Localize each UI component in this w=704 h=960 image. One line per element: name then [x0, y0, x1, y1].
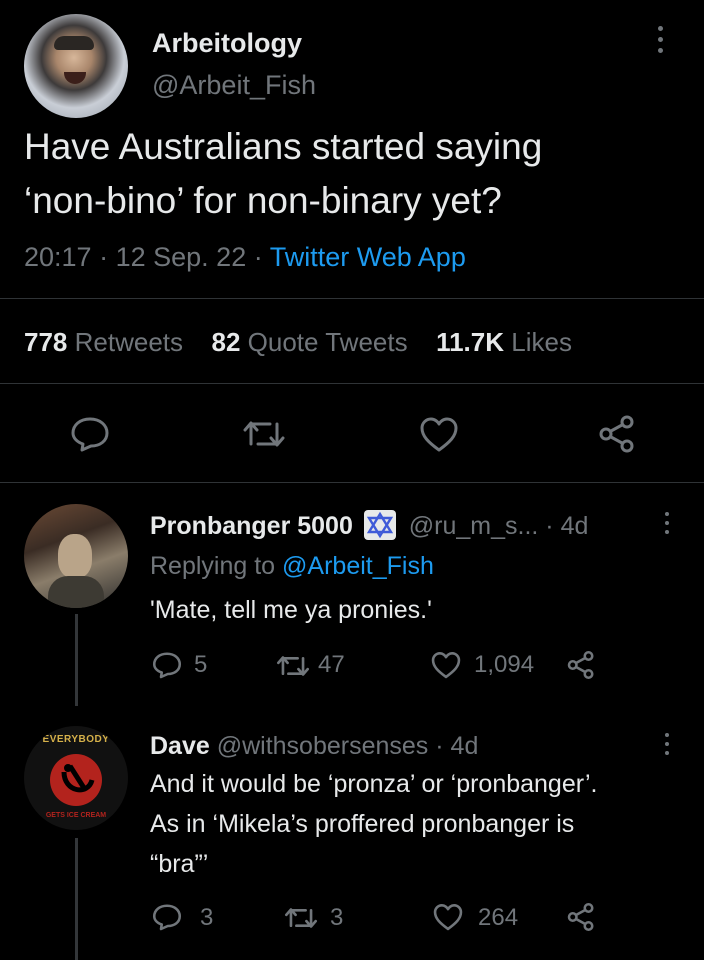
reply-handle[interactable]: @withsobersenses: [217, 732, 429, 760]
more-options-icon[interactable]: [664, 512, 670, 534]
like-icon[interactable]: [430, 651, 462, 680]
divider: [0, 482, 704, 483]
reply-text-line-2: As in ‘Mikela’s proffered pronbanger is: [150, 810, 575, 838]
retweets-label: Retweets: [74, 327, 184, 357]
like-count: 264: [478, 904, 519, 931]
reply-icon[interactable]: [152, 651, 182, 679]
author-handle[interactable]: @Arbeit_Fish: [152, 70, 316, 101]
avatar-text-top: EVERYBODY: [42, 734, 110, 745]
replying-to-handle[interactable]: @Arbeit_Fish: [282, 552, 434, 580]
thread-line: [75, 614, 78, 706]
reply-icon[interactable]: [70, 416, 110, 452]
retweet-count: 3: [330, 904, 344, 931]
like-icon[interactable]: [418, 416, 460, 454]
author-avatar[interactable]: [24, 14, 128, 118]
reply-text: 'Mate, tell me ya pronies.': [150, 596, 432, 624]
quotes-count: 82: [211, 327, 241, 357]
retweet-icon[interactable]: [276, 653, 310, 679]
tweet-source-link[interactable]: Twitter Web App: [270, 242, 466, 272]
more-options-icon[interactable]: [657, 26, 663, 53]
quotes-label: Quote Tweets: [247, 327, 408, 357]
author-display-name[interactable]: Arbeitology: [152, 28, 302, 59]
share-icon[interactable]: [566, 902, 596, 932]
likes-label: Likes: [511, 327, 572, 357]
replying-to: Replying to @Arbeit_Fish: [150, 552, 434, 580]
reply-age[interactable]: 4d: [451, 732, 479, 760]
reply-avatar[interactable]: [24, 504, 128, 608]
star-of-david-icon: [363, 510, 396, 540]
reply-text-line-1: And it would be ‘pronza’ or ‘pronbanger’…: [150, 770, 598, 798]
reply-count: 5: [194, 651, 208, 678]
reply-age[interactable]: 4d: [561, 512, 589, 540]
retweet-icon[interactable]: [242, 418, 286, 450]
reply-header: Dave @withsobersenses · 4d: [150, 732, 479, 760]
engagement-stats: 778 Retweets 82 Quote Tweets 11.7K Likes: [24, 327, 572, 358]
reply-avatar[interactable]: EVERYBODY GETS ICE CREAM: [24, 726, 128, 830]
retweet-icon[interactable]: [284, 905, 318, 931]
share-icon[interactable]: [597, 414, 637, 454]
likes-count: 11.7K: [436, 327, 505, 357]
retweets-count: 778: [24, 327, 68, 357]
reply-text-line-3: “bra”’: [150, 850, 209, 878]
quotes-stat[interactable]: 82 Quote Tweets: [211, 327, 407, 357]
tweet-time[interactable]: 20:17: [24, 242, 92, 272]
reply-header: Pronbanger 5000 @ru_m_s... · 4d: [150, 510, 589, 540]
tweet-meta: 20:17 · 12 Sep. 22 · Twitter Web App: [24, 242, 466, 272]
avatar-text-bottom: GETS ICE CREAM: [45, 812, 107, 819]
more-options-icon[interactable]: [664, 733, 670, 755]
reply-icon[interactable]: [152, 903, 182, 931]
reply-handle[interactable]: @ru_m_s...: [409, 512, 539, 540]
tweet-text-line-1: Have Australians started saying: [24, 126, 543, 167]
divider: [0, 383, 704, 384]
like-count: 1,094: [474, 651, 535, 678]
reply-display-name[interactable]: Pronbanger 5000: [150, 512, 353, 540]
reply-count: 3: [200, 904, 214, 931]
like-icon[interactable]: [432, 903, 464, 932]
divider: [0, 298, 704, 299]
tweet-date[interactable]: 12 Sep. 22: [116, 242, 247, 272]
tweet-text-line-2: ‘non-bino’ for non-binary yet?: [24, 180, 502, 221]
likes-stat[interactable]: 11.7K Likes: [436, 327, 572, 357]
reply-display-name[interactable]: Dave: [150, 732, 210, 760]
retweets-stat[interactable]: 778 Retweets: [24, 327, 183, 357]
share-icon[interactable]: [566, 650, 596, 680]
retweet-count: 47: [318, 651, 345, 678]
thread-line: [75, 838, 78, 960]
